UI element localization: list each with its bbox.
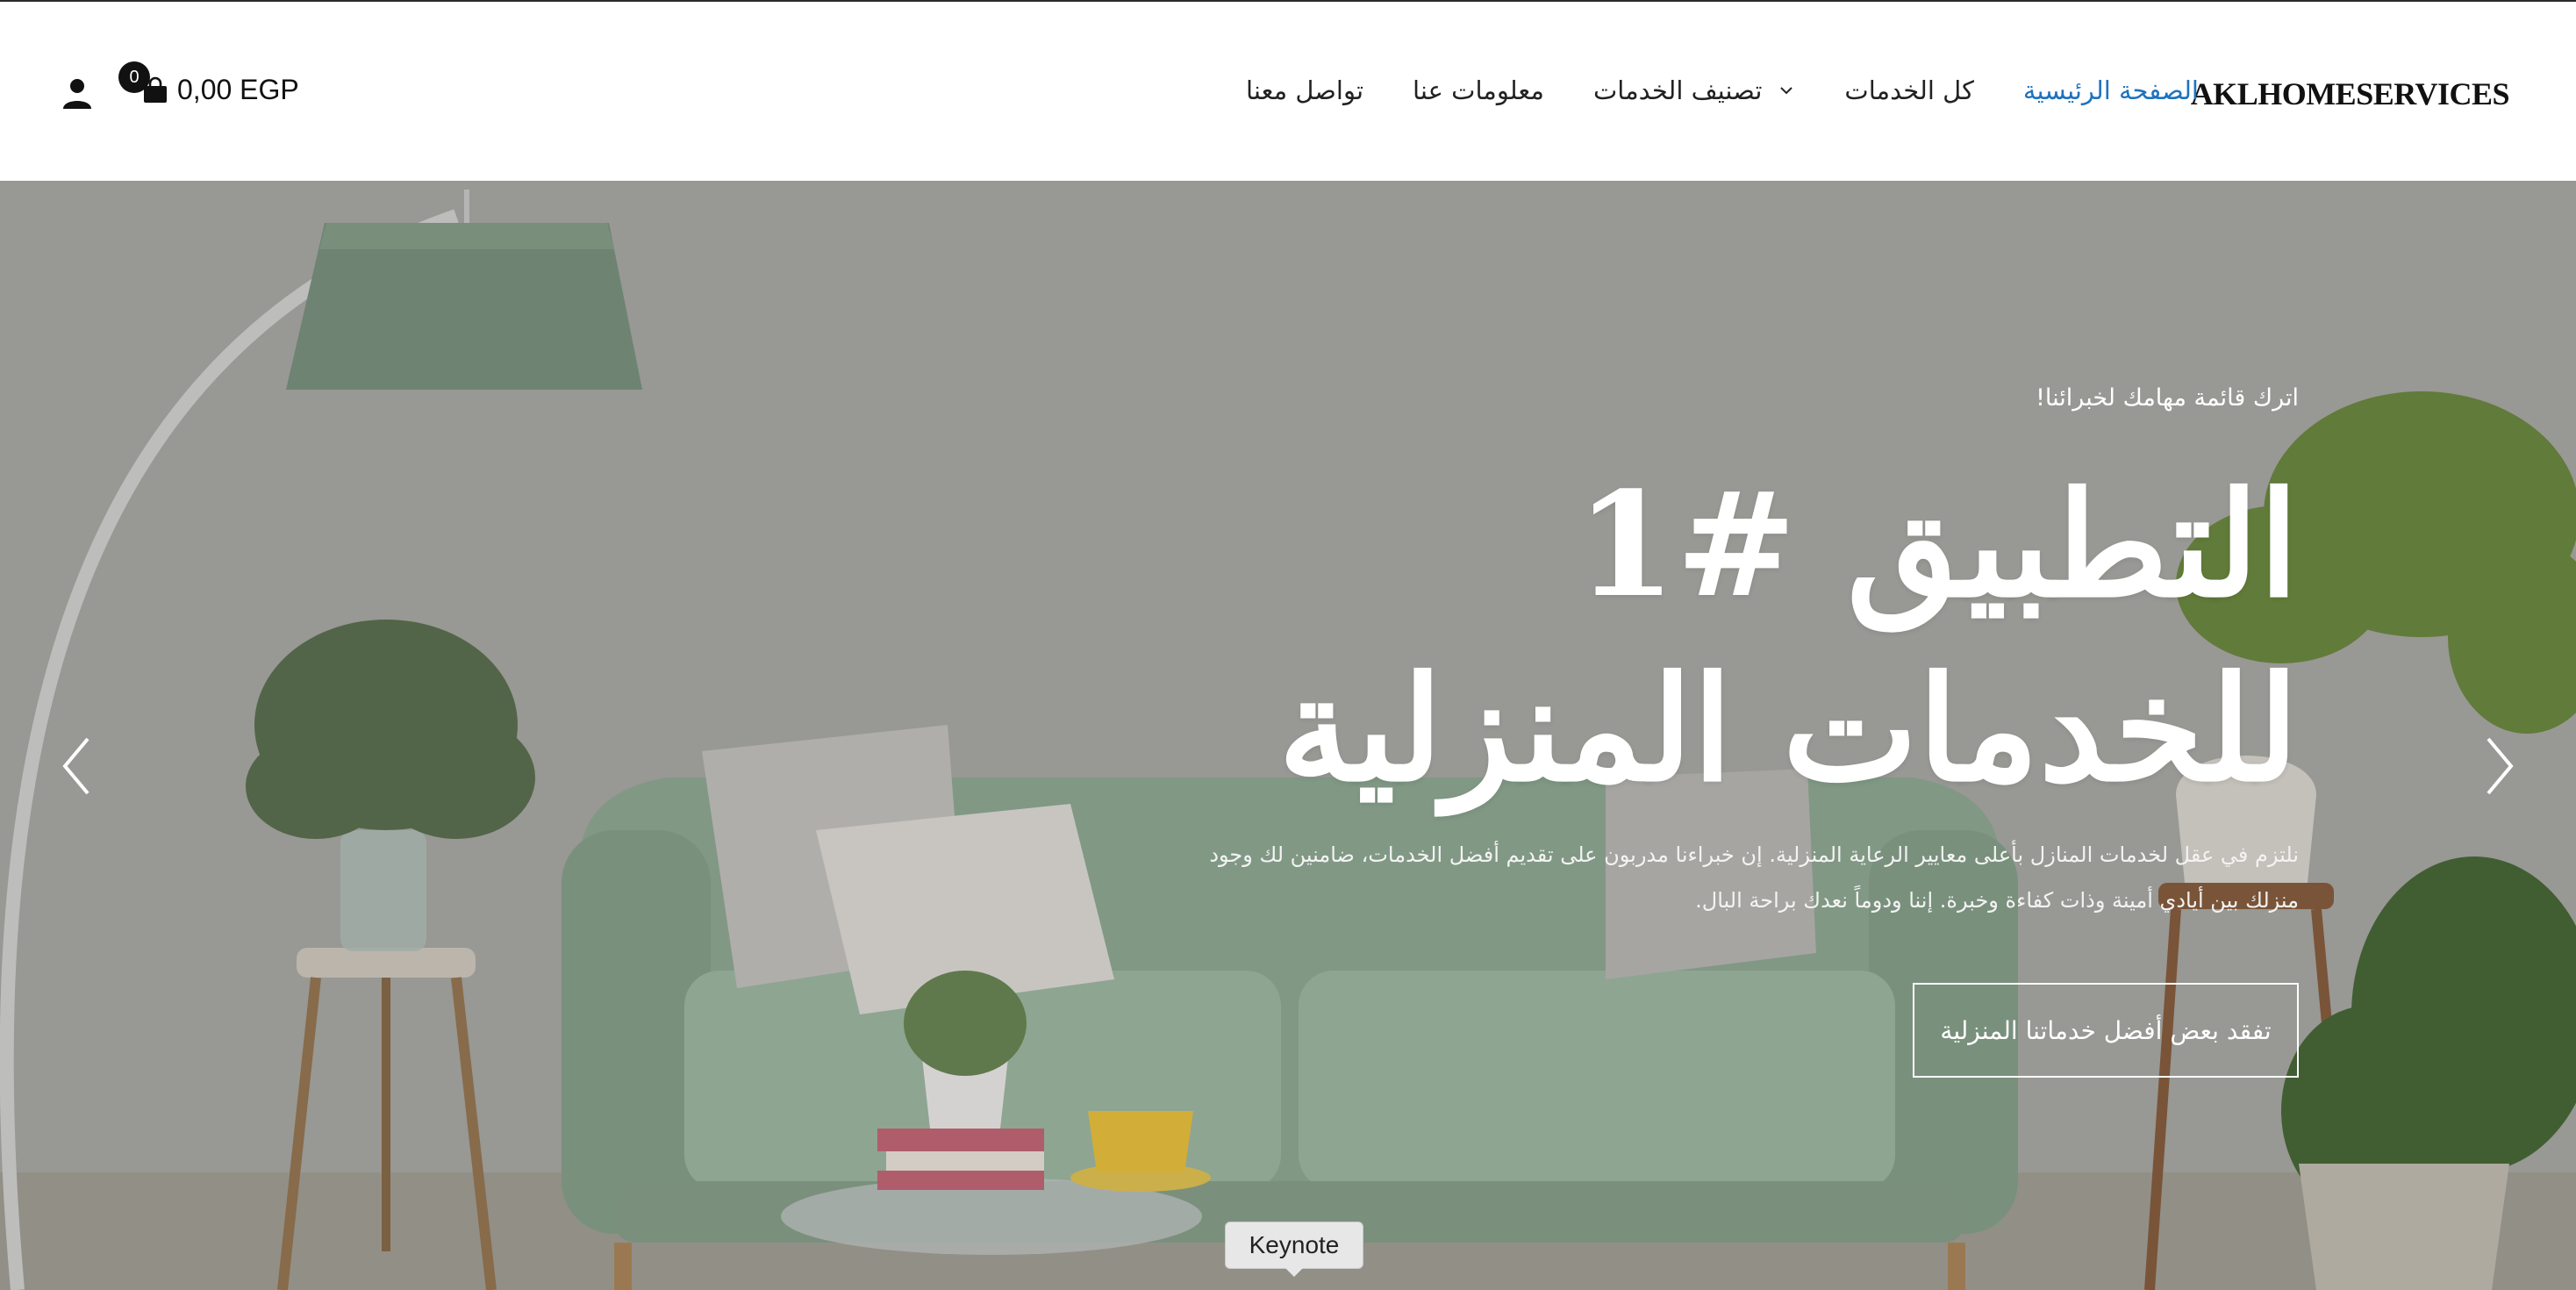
hero-cta-button[interactable]: تفقد بعض أفضل خدماتنا المنزلية: [1913, 983, 2299, 1078]
nav-item-label: تواصل معنا: [1246, 75, 1364, 105]
hero-eyebrow: اترك قائمة مهامك لخبرائنا!: [2036, 384, 2299, 412]
nav-item-home[interactable]: الصفحة الرئيسية: [2023, 75, 2199, 105]
nav-item-about[interactable]: معلومات عنا: [1413, 75, 1544, 105]
nav-item-label: الصفحة الرئيسية: [2022, 75, 2199, 105]
site-header: AKLHOMESERVICES الصفحة الرئيسية كل الخدم…: [0, 2, 2576, 181]
hero-description: نلتزم في عقل لخدمات المنازل بأعلى معايير…: [1209, 842, 2299, 913]
chevron-right-icon[interactable]: [2474, 727, 2527, 806]
dock-tooltip: Keynote: [1225, 1222, 1363, 1269]
nav-item-all-services[interactable]: كل الخدمات: [1844, 75, 1974, 105]
dock-tooltip-tail: [1285, 1268, 1303, 1277]
cart-total: 0,00 EGP: [177, 74, 299, 105]
cart-button[interactable]: 0,00 EGP: [142, 74, 299, 106]
nav-item-contact[interactable]: تواصل معنا: [1246, 75, 1363, 105]
cart-count-badge: 0: [118, 61, 150, 93]
hero-title-line-2: للخدمات المنزلية: [1277, 644, 2299, 813]
hero-slider: اترك قائمة مهامك لخبرائنا! التطبيق #1 لل…: [0, 181, 2576, 1290]
nav-item-label: معلومات عنا: [1413, 75, 1544, 105]
nav-item-service-categories[interactable]: تصنيف الخدمات: [1593, 75, 1795, 105]
nav-item-label: تصنيف الخدمات: [1592, 75, 1763, 105]
chevron-down-icon: [1780, 87, 1793, 95]
chevron-left-icon[interactable]: [49, 727, 102, 806]
main-navigation: الصفحة الرئيسية كل الخدمات تصنيف الخدمات…: [1246, 75, 2199, 105]
hero-title: التطبيق #1 للخدمات المنزلية: [1278, 453, 2299, 821]
site-logo[interactable]: AKLHOMESERVICES: [2191, 75, 2510, 112]
hero-title-line-1: التطبيق #1: [1576, 460, 2299, 629]
nav-item-label: كل الخدمات: [1844, 75, 1974, 105]
user-icon[interactable]: [60, 75, 95, 111]
